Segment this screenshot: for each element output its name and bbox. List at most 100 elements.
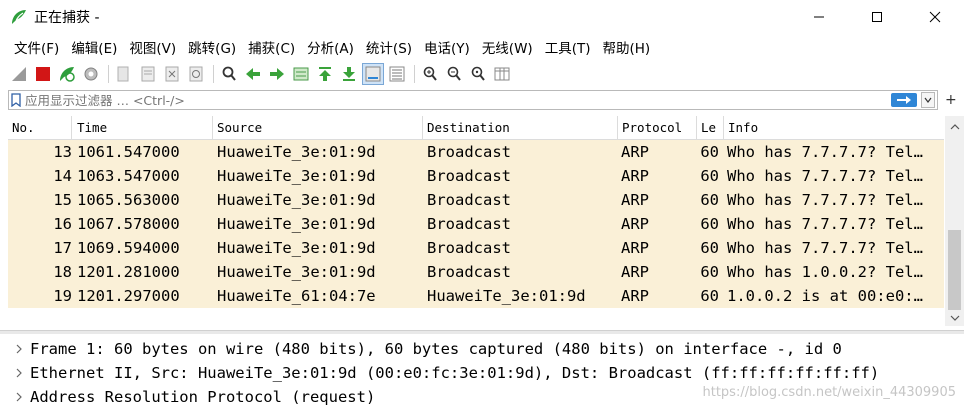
packet-info: Who has 7.7.7.7? Tel… — [727, 167, 923, 185]
menu-view[interactable]: 视图(V) — [123, 37, 182, 57]
last-packet-button[interactable] — [338, 63, 360, 85]
find-packet-button[interactable] — [218, 63, 240, 85]
menu-help[interactable]: 帮助(H) — [596, 37, 656, 57]
packet-row[interactable]: 16 1067.578000 HuaweiTe_3e:01:9d Broadca… — [8, 212, 944, 236]
menu-bar: 文件(F) 编辑(E) 视图(V) 跳转(G) 捕获(C) 分析(A) 统计(S… — [0, 36, 656, 58]
toolbar-separator — [414, 65, 415, 83]
packet-length: 60 — [700, 143, 719, 161]
packet-list: No. Time Source Destination Protocol Le … — [8, 116, 944, 326]
maximize-icon — [872, 12, 882, 22]
chevron-down-icon — [950, 315, 959, 321]
resize-columns-button[interactable] — [491, 63, 513, 85]
packet-row[interactable]: 17 1069.594000 HuaweiTe_3e:01:9d Broadca… — [8, 236, 944, 260]
open-file-button[interactable] — [113, 63, 135, 85]
packet-row[interactable]: 19 1201.297000 HuaweiTe_61:04:7e HuaweiT… — [8, 284, 944, 308]
menu-capture[interactable]: 捕获(C) — [242, 37, 301, 57]
expand-arrow-icon[interactable] — [8, 337, 30, 361]
resize-columns-icon — [494, 67, 510, 81]
minimize-button[interactable] — [790, 0, 848, 34]
arrow-right-icon — [897, 96, 911, 104]
packet-row[interactable]: 14 1063.547000 HuaweiTe_3e:01:9d Broadca… — [8, 164, 944, 188]
packet-source: HuaweiTe_3e:01:9d — [217, 167, 376, 185]
packet-number: 14 — [53, 167, 72, 185]
save-file-button[interactable] — [137, 63, 159, 85]
apply-filter-button[interactable] — [891, 93, 917, 107]
column-header-protocol[interactable]: Protocol — [618, 116, 697, 140]
go-to-packet-icon — [293, 67, 309, 81]
column-header-info[interactable]: Info — [724, 116, 944, 140]
column-header-no[interactable]: No. — [8, 116, 72, 140]
menu-file[interactable]: 文件(F) — [8, 37, 65, 57]
packet-number: 13 — [53, 143, 72, 161]
auto-scroll-button[interactable] — [362, 63, 384, 85]
go-forward-button[interactable] — [266, 63, 288, 85]
packet-time: 1063.547000 — [77, 167, 180, 185]
detail-tree-item[interactable]: Ethernet II, Src: HuaweiTe_3e:01:9d (00:… — [8, 361, 958, 385]
zoom-reset-button[interactable] — [467, 63, 489, 85]
watermark-text: https://blog.csdn.net/weixin_44309905 — [702, 385, 956, 400]
pane-splitter[interactable] — [0, 330, 964, 334]
restart-capture-button[interactable] — [56, 63, 78, 85]
zoom-out-icon — [447, 66, 461, 81]
packet-number: 19 — [53, 287, 72, 305]
arrow-up-icon — [319, 67, 331, 81]
column-header-source[interactable]: Source — [213, 116, 423, 140]
menu-wireless[interactable]: 无线(W) — [476, 37, 539, 57]
start-capture-button[interactable] — [8, 63, 30, 85]
packet-number: 18 — [53, 263, 72, 281]
column-header-destination[interactable]: Destination — [423, 116, 618, 140]
expand-arrow-icon[interactable] — [8, 385, 30, 408]
menu-go[interactable]: 跳转(G) — [182, 37, 242, 57]
menu-analyze[interactable]: 分析(A) — [301, 37, 360, 57]
reload-icon — [189, 66, 203, 82]
scroll-down-button[interactable] — [945, 309, 964, 326]
go-back-button[interactable] — [242, 63, 264, 85]
packet-info: Who has 7.7.7.7? Tel… — [727, 143, 923, 161]
scrollbar-thumb[interactable] — [948, 230, 961, 310]
menu-telephony[interactable]: 电话(Y) — [418, 37, 476, 57]
window-title: 正在捕获 - — [34, 10, 100, 26]
colorize-button[interactable] — [386, 63, 408, 85]
add-filter-button[interactable]: + — [945, 92, 957, 108]
filter-bookmark-button[interactable] — [9, 91, 23, 109]
close-file-button[interactable] — [161, 63, 183, 85]
packet-list-scrollbar[interactable] — [945, 116, 964, 326]
toolbar-separator — [213, 65, 214, 83]
column-header-time[interactable]: Time — [73, 116, 213, 140]
packet-destination: Broadcast — [427, 191, 511, 209]
expand-arrow-icon[interactable] — [8, 361, 30, 385]
packet-source: HuaweiTe_3e:01:9d — [217, 191, 376, 209]
packet-row[interactable]: 15 1065.563000 HuaweiTe_3e:01:9d Broadca… — [8, 188, 944, 212]
open-file-icon — [117, 66, 129, 82]
packet-length: 60 — [700, 191, 719, 209]
gear-icon — [84, 67, 98, 81]
close-button[interactable] — [906, 0, 964, 34]
packet-protocol: ARP — [621, 263, 649, 281]
menu-statistics[interactable]: 统计(S) — [360, 37, 418, 57]
detail-tree-item[interactable]: Frame 1: 60 bytes on wire (480 bits), 60… — [8, 337, 958, 361]
packet-row[interactable]: 18 1201.281000 HuaweiTe_3e:01:9d Broadca… — [8, 260, 944, 284]
colorize-icon — [389, 66, 405, 82]
title-bar: 正在捕获 - — [0, 0, 964, 34]
capture-options-button[interactable] — [80, 63, 102, 85]
scroll-up-button[interactable] — [945, 118, 964, 135]
first-packet-button[interactable] — [314, 63, 336, 85]
bookmark-icon — [11, 93, 21, 107]
reload-file-button[interactable] — [185, 63, 207, 85]
packet-length: 60 — [700, 167, 719, 185]
filter-history-dropdown[interactable] — [921, 92, 935, 108]
zoom-reset-icon — [471, 66, 485, 81]
menu-edit[interactable]: 编辑(E) — [65, 37, 123, 57]
packet-number: 17 — [53, 239, 72, 257]
menu-tools[interactable]: 工具(T) — [539, 37, 597, 57]
zoom-out-button[interactable] — [443, 63, 465, 85]
packet-length: 60 — [700, 263, 719, 281]
packet-row[interactable]: 13 1061.547000 HuaweiTe_3e:01:9d Broadca… — [8, 140, 944, 164]
display-filter-input[interactable] — [23, 91, 891, 109]
go-to-packet-button[interactable] — [290, 63, 312, 85]
packet-destination: Broadcast — [427, 215, 511, 233]
column-header-length[interactable]: Le — [697, 116, 724, 140]
zoom-in-button[interactable] — [419, 63, 441, 85]
stop-capture-button[interactable] — [32, 63, 54, 85]
maximize-button[interactable] — [848, 0, 906, 34]
